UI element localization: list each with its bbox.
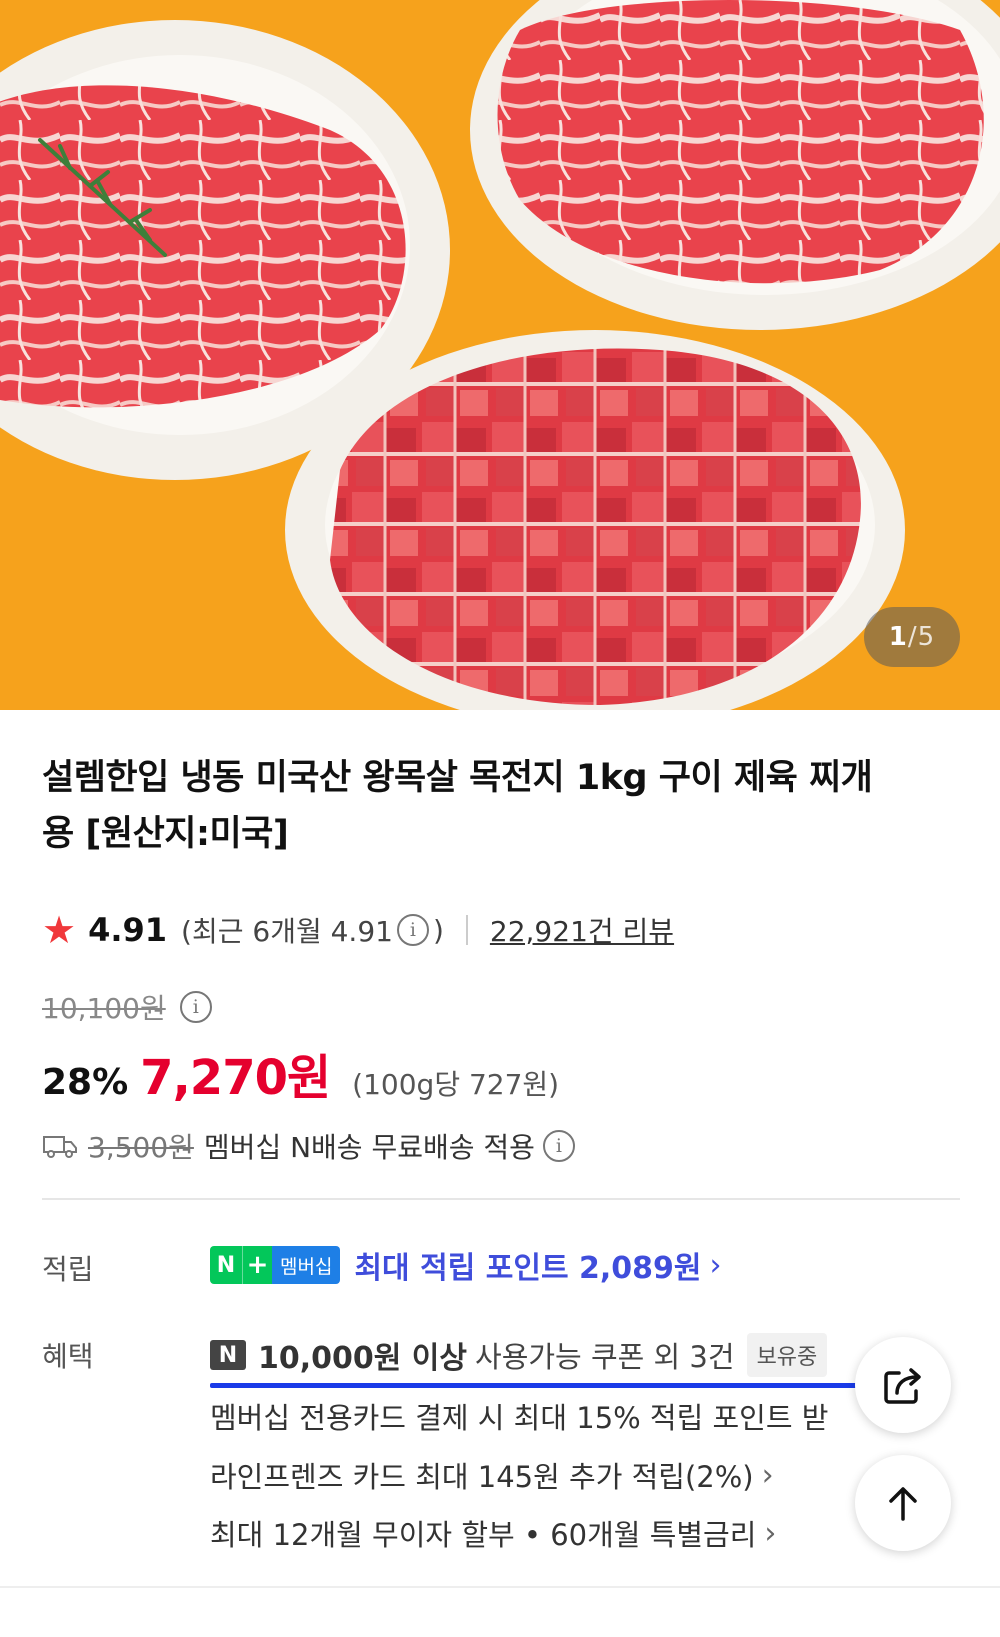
membership-label: 멤버십 [272, 1246, 341, 1284]
shipping-row: 3,500원 멤버십 N배송 무료배송 적용 i [42, 1124, 579, 1168]
coupon-row[interactable]: N 10,000원 이상 사용가능 쿠폰 외 3건 보유중 [210, 1330, 828, 1380]
info-icon[interactable]: i [542, 1130, 575, 1162]
original-price-row: 10,100원 i [42, 985, 216, 1029]
product-title: 설렘한입 냉동 미국산 왕목살 목전지 1kg 구이 제육 찌개용 [원산지:미… [42, 758, 873, 854]
price-row: 28% 7,270원 (100g당 727원) [42, 1038, 560, 1106]
star-icon: ★ [42, 908, 77, 952]
installment-benefit[interactable]: 최대 12개월 무이자 할부 • 60개월 특별금리 › [210, 1512, 776, 1554]
bottom-divider [0, 1586, 1000, 1588]
shipping-text: 멤버십 N배송 무료배송 적용 [203, 1131, 535, 1164]
point-label: 적립 [42, 1253, 94, 1286]
product-photo [0, 0, 1000, 710]
image-counter-total: 5 [917, 622, 936, 652]
coupon-description: 사용가능 쿠폰 외 3건 [475, 1340, 735, 1374]
highlight-underline [210, 1383, 872, 1388]
naver-n-icon: N [210, 1246, 242, 1284]
rating-recent-close: ) [432, 913, 444, 947]
naver-plus-membership-badge: N + 멤버십 [210, 1246, 341, 1284]
rating-recent: (최근 6개월 4.91 i ) [181, 910, 444, 950]
benefit-label: 혜택 [42, 1340, 94, 1373]
max-point-text: 최대 적립 포인트 2,089원 [354, 1251, 702, 1286]
sale-price: 7,270원 [140, 1050, 331, 1106]
share-button[interactable] [855, 1337, 951, 1433]
discount-rate: 28% [42, 1062, 129, 1103]
chevron-right-icon: › [761, 1457, 774, 1493]
rating-recent-text: (최근 6개월 4.91 [181, 915, 393, 948]
arrow-up-icon [889, 1487, 917, 1521]
rating-value: 4.91 [88, 911, 168, 949]
unit-price: (100g당 727원) [352, 1068, 560, 1101]
section-divider [42, 1198, 960, 1200]
point-row[interactable]: N + 멤버십 최대 적립 포인트 2,089원 › [210, 1242, 721, 1288]
scroll-to-top-button[interactable] [855, 1455, 951, 1551]
share-icon [884, 1368, 921, 1404]
plus-icon: + [242, 1246, 272, 1284]
image-counter-separator: / [907, 622, 918, 652]
image-counter: 1 / 5 [864, 607, 960, 667]
product-image-gallery[interactable]: 1 / 5 [0, 0, 1000, 710]
divider [465, 915, 468, 945]
card-benefit[interactable]: 멤버십 전용카드 결제 시 최대 15% 적립 포인트 받 [210, 1395, 870, 1437]
linefriends-card-text: 라인프렌즈 카드 최대 145원 추가 적립(2%) [210, 1460, 754, 1494]
original-price: 10,100원 [42, 992, 166, 1025]
installment-text: 최대 12개월 무이자 할부 • 60개월 특별금리 [210, 1518, 757, 1552]
linefriends-card-benefit[interactable]: 라인프렌즈 카드 최대 145원 추가 적립(2%) › [210, 1454, 774, 1496]
chevron-right-icon: › [709, 1247, 722, 1283]
info-icon[interactable]: i [179, 991, 212, 1023]
truck-icon [43, 1136, 77, 1158]
chevron-right-icon: › [764, 1515, 777, 1551]
info-icon[interactable]: i [396, 914, 429, 946]
image-counter-current: 1 [888, 622, 908, 652]
coupon-hold-badge: 보유중 [746, 1333, 828, 1377]
rating-row: ★ 4.91 (최근 6개월 4.91 i ) 22,921건 리뷰 [42, 905, 674, 955]
shipping-fee: 3,500원 [88, 1131, 194, 1164]
coupon-threshold: 10,000원 이상 [258, 1341, 468, 1376]
naver-n-icon: N [210, 1340, 246, 1370]
review-count-link[interactable]: 22,921건 리뷰 [490, 910, 674, 950]
